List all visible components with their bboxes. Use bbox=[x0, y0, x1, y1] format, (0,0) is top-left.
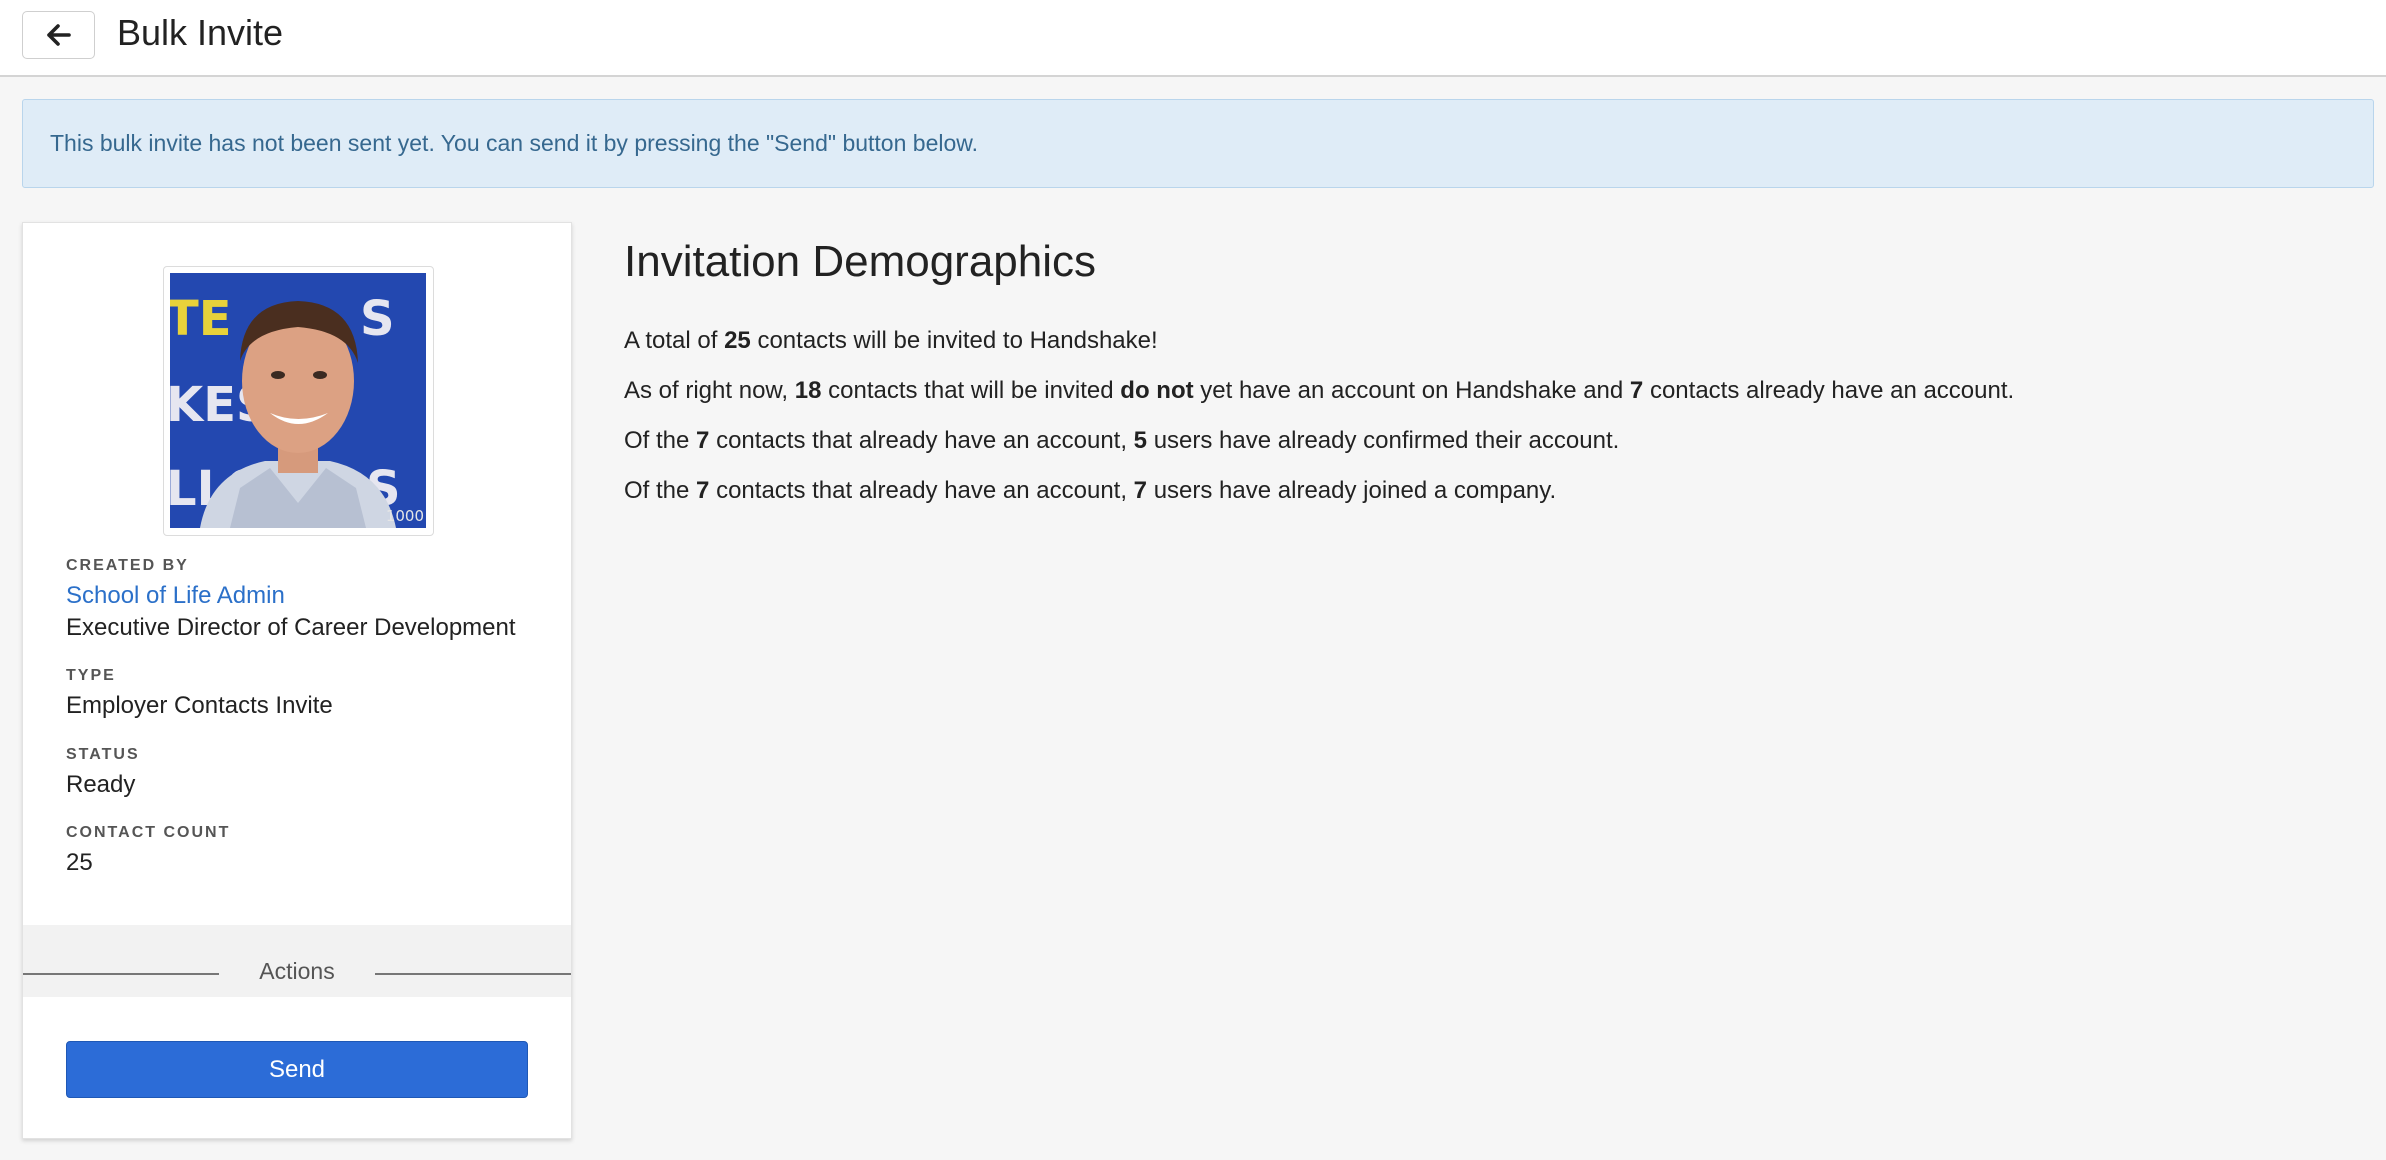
text-segment: contacts that already have an account, bbox=[709, 427, 1134, 454]
text-segment: users have already confirmed their accou… bbox=[1147, 427, 1620, 454]
text-segment: contacts will be invited to Handshake! bbox=[750, 327, 1158, 354]
text-segment: Of the bbox=[624, 477, 697, 504]
has-account-count: 7 bbox=[696, 427, 710, 454]
arrow-left-icon bbox=[46, 24, 71, 46]
page-header: Bulk Invite bbox=[0, 0, 2386, 77]
confirmed-count: 5 bbox=[1133, 427, 1148, 454]
created-by-link[interactable]: School of Life Admin bbox=[66, 579, 516, 612]
created-by-label: CREATED BY bbox=[66, 557, 189, 574]
demographics-total-line: A total of 25 contacts will be invited t… bbox=[624, 316, 2014, 366]
page-title: Bulk Invite bbox=[117, 12, 284, 53]
svg-text:TE: TE bbox=[170, 291, 232, 347]
demographics-confirmed-line: Of the 7 contacts that already have an a… bbox=[624, 416, 2014, 466]
joined-count: 7 bbox=[1133, 477, 1148, 504]
type-label: TYPE bbox=[66, 667, 116, 684]
created-by-section: CREATED BY School of Life Admin Executiv… bbox=[66, 557, 516, 644]
svg-text:S: S bbox=[360, 291, 395, 347]
send-button[interactable]: Send bbox=[66, 1041, 528, 1098]
avatar-overlay-text: 1000 bbox=[385, 507, 424, 525]
avatar-image: TE S KES LLO S bbox=[170, 273, 426, 528]
has-account-count: 7 bbox=[696, 477, 710, 504]
text-segment: yet have an account on Handshake and bbox=[1193, 377, 1630, 404]
demographics-accounts-line: As of right now, 18 contacts that will b… bbox=[624, 366, 2014, 416]
status-label: STATUS bbox=[66, 746, 140, 763]
text-segment: users have already joined a company. bbox=[1147, 477, 1557, 504]
contact-count-value: 25 bbox=[66, 849, 93, 876]
demographics-joined-line: Of the 7 contacts that already have an a… bbox=[624, 466, 2014, 516]
contact-count-section: CONTACT COUNT 25 bbox=[66, 824, 230, 879]
no-account-count: 18 bbox=[794, 377, 822, 404]
demographics-title: Invitation Demographics bbox=[624, 237, 1097, 286]
status-section: STATUS Ready bbox=[66, 746, 140, 801]
total-contacts-count: 25 bbox=[724, 327, 751, 354]
text-segment: Of the bbox=[624, 427, 697, 454]
text-segment: contacts already have an account. bbox=[1643, 377, 2015, 404]
text-segment: A total of bbox=[624, 327, 725, 354]
actions-label: Actions bbox=[259, 958, 335, 984]
created-by-title: Executive Director of Career Development bbox=[66, 614, 516, 641]
demographics-section: Invitation Demographics A total of 25 co… bbox=[624, 230, 2014, 516]
has-account-count: 7 bbox=[1629, 377, 1644, 404]
alert-message: This bulk invite has not been sent yet. … bbox=[50, 130, 978, 156]
text-segment: contacts that will be invited bbox=[821, 377, 1121, 404]
type-section: TYPE Employer Contacts Invite bbox=[66, 667, 333, 722]
actions-divider: Actions bbox=[23, 925, 571, 997]
back-button[interactable] bbox=[22, 11, 95, 59]
avatar: TE S KES LLO S 1000 bbox=[170, 273, 426, 528]
emphasis-text: do not bbox=[1120, 377, 1194, 404]
status-value: Ready bbox=[66, 771, 136, 798]
contact-count-label: CONTACT COUNT bbox=[66, 824, 231, 841]
type-value: Employer Contacts Invite bbox=[66, 692, 333, 719]
bulk-invite-details-card: TE S KES LLO S 1000 CREATED BY School of… bbox=[22, 222, 572, 1139]
text-segment: As of right now, bbox=[624, 377, 795, 404]
text-segment: contacts that already have an account, bbox=[709, 477, 1134, 504]
info-alert: This bulk invite has not been sent yet. … bbox=[22, 99, 2374, 188]
avatar-frame: TE S KES LLO S 1000 bbox=[163, 266, 434, 536]
